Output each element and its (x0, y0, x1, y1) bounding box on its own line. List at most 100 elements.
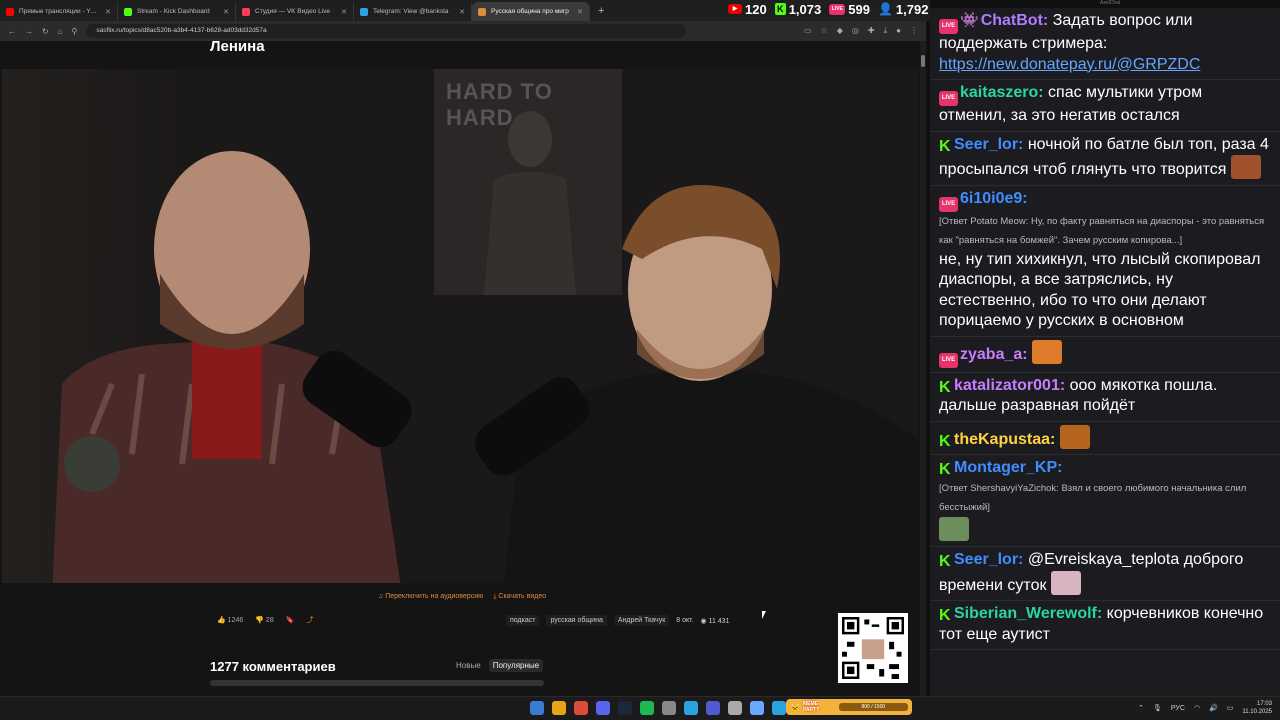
tab-label: Stream - Kick Dashboard (137, 8, 210, 15)
page-scrollbar[interactable] (920, 41, 926, 696)
like-button[interactable]: 👍 1246 (217, 616, 243, 624)
chat-message: LIVE 6i10i0e9: [Ответ Potato Meow: Ну, по… (930, 186, 1280, 337)
dislike-button[interactable]: 👎 28 (255, 616, 273, 624)
chat-username[interactable]: 6i10i0e9: (960, 190, 1028, 207)
kick-icon: K (939, 553, 951, 570)
chat-username[interactable]: Siberian_Werewolf: (954, 605, 1102, 622)
stream-chat-panel: LIVE 👾 ChatBot: Задать вопрос или поддержа… (930, 8, 1280, 696)
taskbar-app-icon[interactable] (530, 701, 544, 715)
download-icon[interactable]: ⤓ (884, 26, 888, 36)
reload-icon[interactable]: ↻ (42, 27, 49, 36)
close-icon[interactable]: ✕ (223, 8, 229, 16)
browser-tab[interactable]: Stream - Kick Dashboard ✕ (118, 2, 236, 21)
taskbar-app-icon[interactable] (552, 701, 566, 715)
bookmark-icon[interactable]: 🔖 (286, 616, 295, 624)
robot-icon: 👾 (960, 12, 979, 29)
chat-username[interactable]: zyaba_a: (960, 346, 1028, 363)
profile-icon[interactable]: ● (896, 26, 901, 36)
forward-icon[interactable]: → (25, 27, 33, 36)
address-bar[interactable]: sasflix.ru/topics/d8ac520b-a3b4-4137-b62… (86, 24, 687, 38)
vk-live-icon: LIVE (939, 352, 958, 368)
taskbar-app-icon[interactable] (772, 701, 786, 715)
new-tab-button[interactable]: + (590, 2, 612, 21)
close-icon[interactable]: ✕ (105, 8, 111, 16)
comment-sort: Новые Популярные (452, 659, 544, 672)
switch-audio-link[interactable]: ♫ Переключить на аудиоверсию (378, 593, 483, 601)
battery-icon[interactable]: ▭ (1227, 704, 1234, 712)
download-video-link[interactable]: ⤓ Скачать видео (493, 593, 546, 601)
taskbar-app-icon[interactable] (662, 701, 676, 715)
puzzle-icon[interactable]: ✚ (868, 26, 875, 36)
taskbar-app-icon[interactable] (574, 701, 588, 715)
publish-date: 8 окт. (676, 617, 694, 624)
party-icon: 🐱 (790, 702, 800, 712)
page-title: Ленина (210, 41, 265, 55)
chat-username[interactable]: theKapustaa: (954, 431, 1055, 448)
taskbar-app-icon[interactable] (684, 701, 698, 715)
taskbar-app-icon[interactable] (618, 701, 632, 715)
site-info-icon[interactable]: ⚲ (72, 27, 78, 36)
qr-code-image (842, 617, 904, 679)
chevron-up-icon[interactable]: ⌃ (1138, 704, 1144, 712)
video-tags: подкаст русская община Андрей Ткачук 8 о… (506, 615, 729, 626)
chat-username[interactable]: Seer_lor: (954, 551, 1023, 568)
video-player[interactable]: HARD TO HARD (2, 69, 918, 583)
star-icon[interactable]: ☆ (821, 26, 828, 36)
microphone-icon[interactable]: 🎙 (1153, 704, 1162, 712)
chat-username[interactable]: Montager_KP: (954, 459, 1062, 476)
chat-emote (1059, 424, 1090, 449)
chat-username[interactable]: kaitaszero: (960, 84, 1044, 101)
browser-tab[interactable]: Русская община про мигр ✕ (472, 2, 590, 21)
sort-popular-button[interactable]: Популярные (488, 659, 544, 672)
tab-favicon-icon (242, 7, 250, 16)
sort-new-button[interactable]: Новые (452, 659, 485, 672)
home-icon[interactable]: ⌂ (58, 27, 63, 36)
chat-username[interactable]: katalizator001: (954, 377, 1065, 394)
tag[interactable]: подкаст (506, 615, 540, 626)
extension-icon[interactable]: ◎ (852, 26, 859, 36)
chat-message: Kkatalizator001: ооо мякотка пошла. даль… (930, 373, 1280, 422)
meme-party-widget: 🐱 MEME PARTY 800 / 1500 (786, 699, 912, 715)
menu-icon[interactable]: ⋮ (910, 26, 918, 36)
chat-username[interactable]: Seer_lor: (954, 136, 1023, 153)
language-indicator[interactable]: РУС (1171, 705, 1185, 712)
taskbar-app-icon[interactable] (728, 701, 742, 715)
taskbar-app-icon[interactable] (750, 701, 764, 715)
mouse-cursor (762, 611, 766, 619)
taskbar-app-icon[interactable] (706, 701, 720, 715)
eye-icon: ◉ (700, 617, 707, 625)
close-icon[interactable]: ✕ (459, 8, 465, 16)
browser-tab[interactable]: Студия — VK Видео Live ✕ (236, 2, 354, 21)
comments-count-title: 1277 комментариев (210, 659, 336, 674)
user-icon: 👤 (877, 2, 893, 16)
chat-username[interactable]: ChatBot: (981, 12, 1049, 29)
kick-icon: K (939, 137, 951, 155)
youtube-icon: ▶ (728, 4, 742, 14)
browser-tab[interactable]: Telegram: View @banksta ✕ (354, 2, 472, 21)
speaker-icon[interactable]: 🔊 (1209, 704, 1218, 712)
close-icon[interactable]: ✕ (577, 8, 583, 16)
back-icon[interactable]: ← (8, 27, 16, 36)
tab-label: Русская община про мигр (491, 8, 569, 15)
scrollbar-thumb[interactable] (921, 55, 925, 67)
tab-label: Прямые трансляции - YouTube (19, 8, 100, 15)
tab-label: Telegram: View @banksta (373, 8, 449, 15)
switch-audio-label: Переключить на аудиоверсию (385, 593, 484, 600)
clock[interactable]: 17:03 11.10.2025 (1242, 700, 1272, 716)
close-icon[interactable]: ✕ (341, 8, 347, 16)
cast-icon[interactable]: ▭ (804, 26, 812, 36)
system-tray: ⌃ 🎙 РУС ◠ 🔊 ▭ 17:03 11.10.2025 (1138, 700, 1272, 716)
browser-tab[interactable]: Прямые трансляции - YouTube ✕ (0, 2, 118, 21)
tab-favicon-icon (124, 7, 132, 16)
total-viewer-count: 1,792 (895, 1, 929, 17)
thumbs-down-icon: 👎 (255, 617, 264, 624)
tag[interactable]: русская община (546, 615, 607, 626)
chat-link[interactable]: https://new.donatepay.ru/@GRPZDC (939, 56, 1200, 73)
taskbar-app-icon[interactable] (596, 701, 610, 715)
comment-input[interactable] (210, 680, 544, 686)
tag[interactable]: Андрей Ткачук (613, 615, 670, 626)
wifi-icon[interactable]: ◠ (1194, 704, 1200, 712)
share-icon[interactable]: ⤴ (306, 615, 313, 625)
extension-icon[interactable]: ◆ (837, 26, 843, 36)
taskbar-app-icon[interactable] (640, 701, 654, 715)
